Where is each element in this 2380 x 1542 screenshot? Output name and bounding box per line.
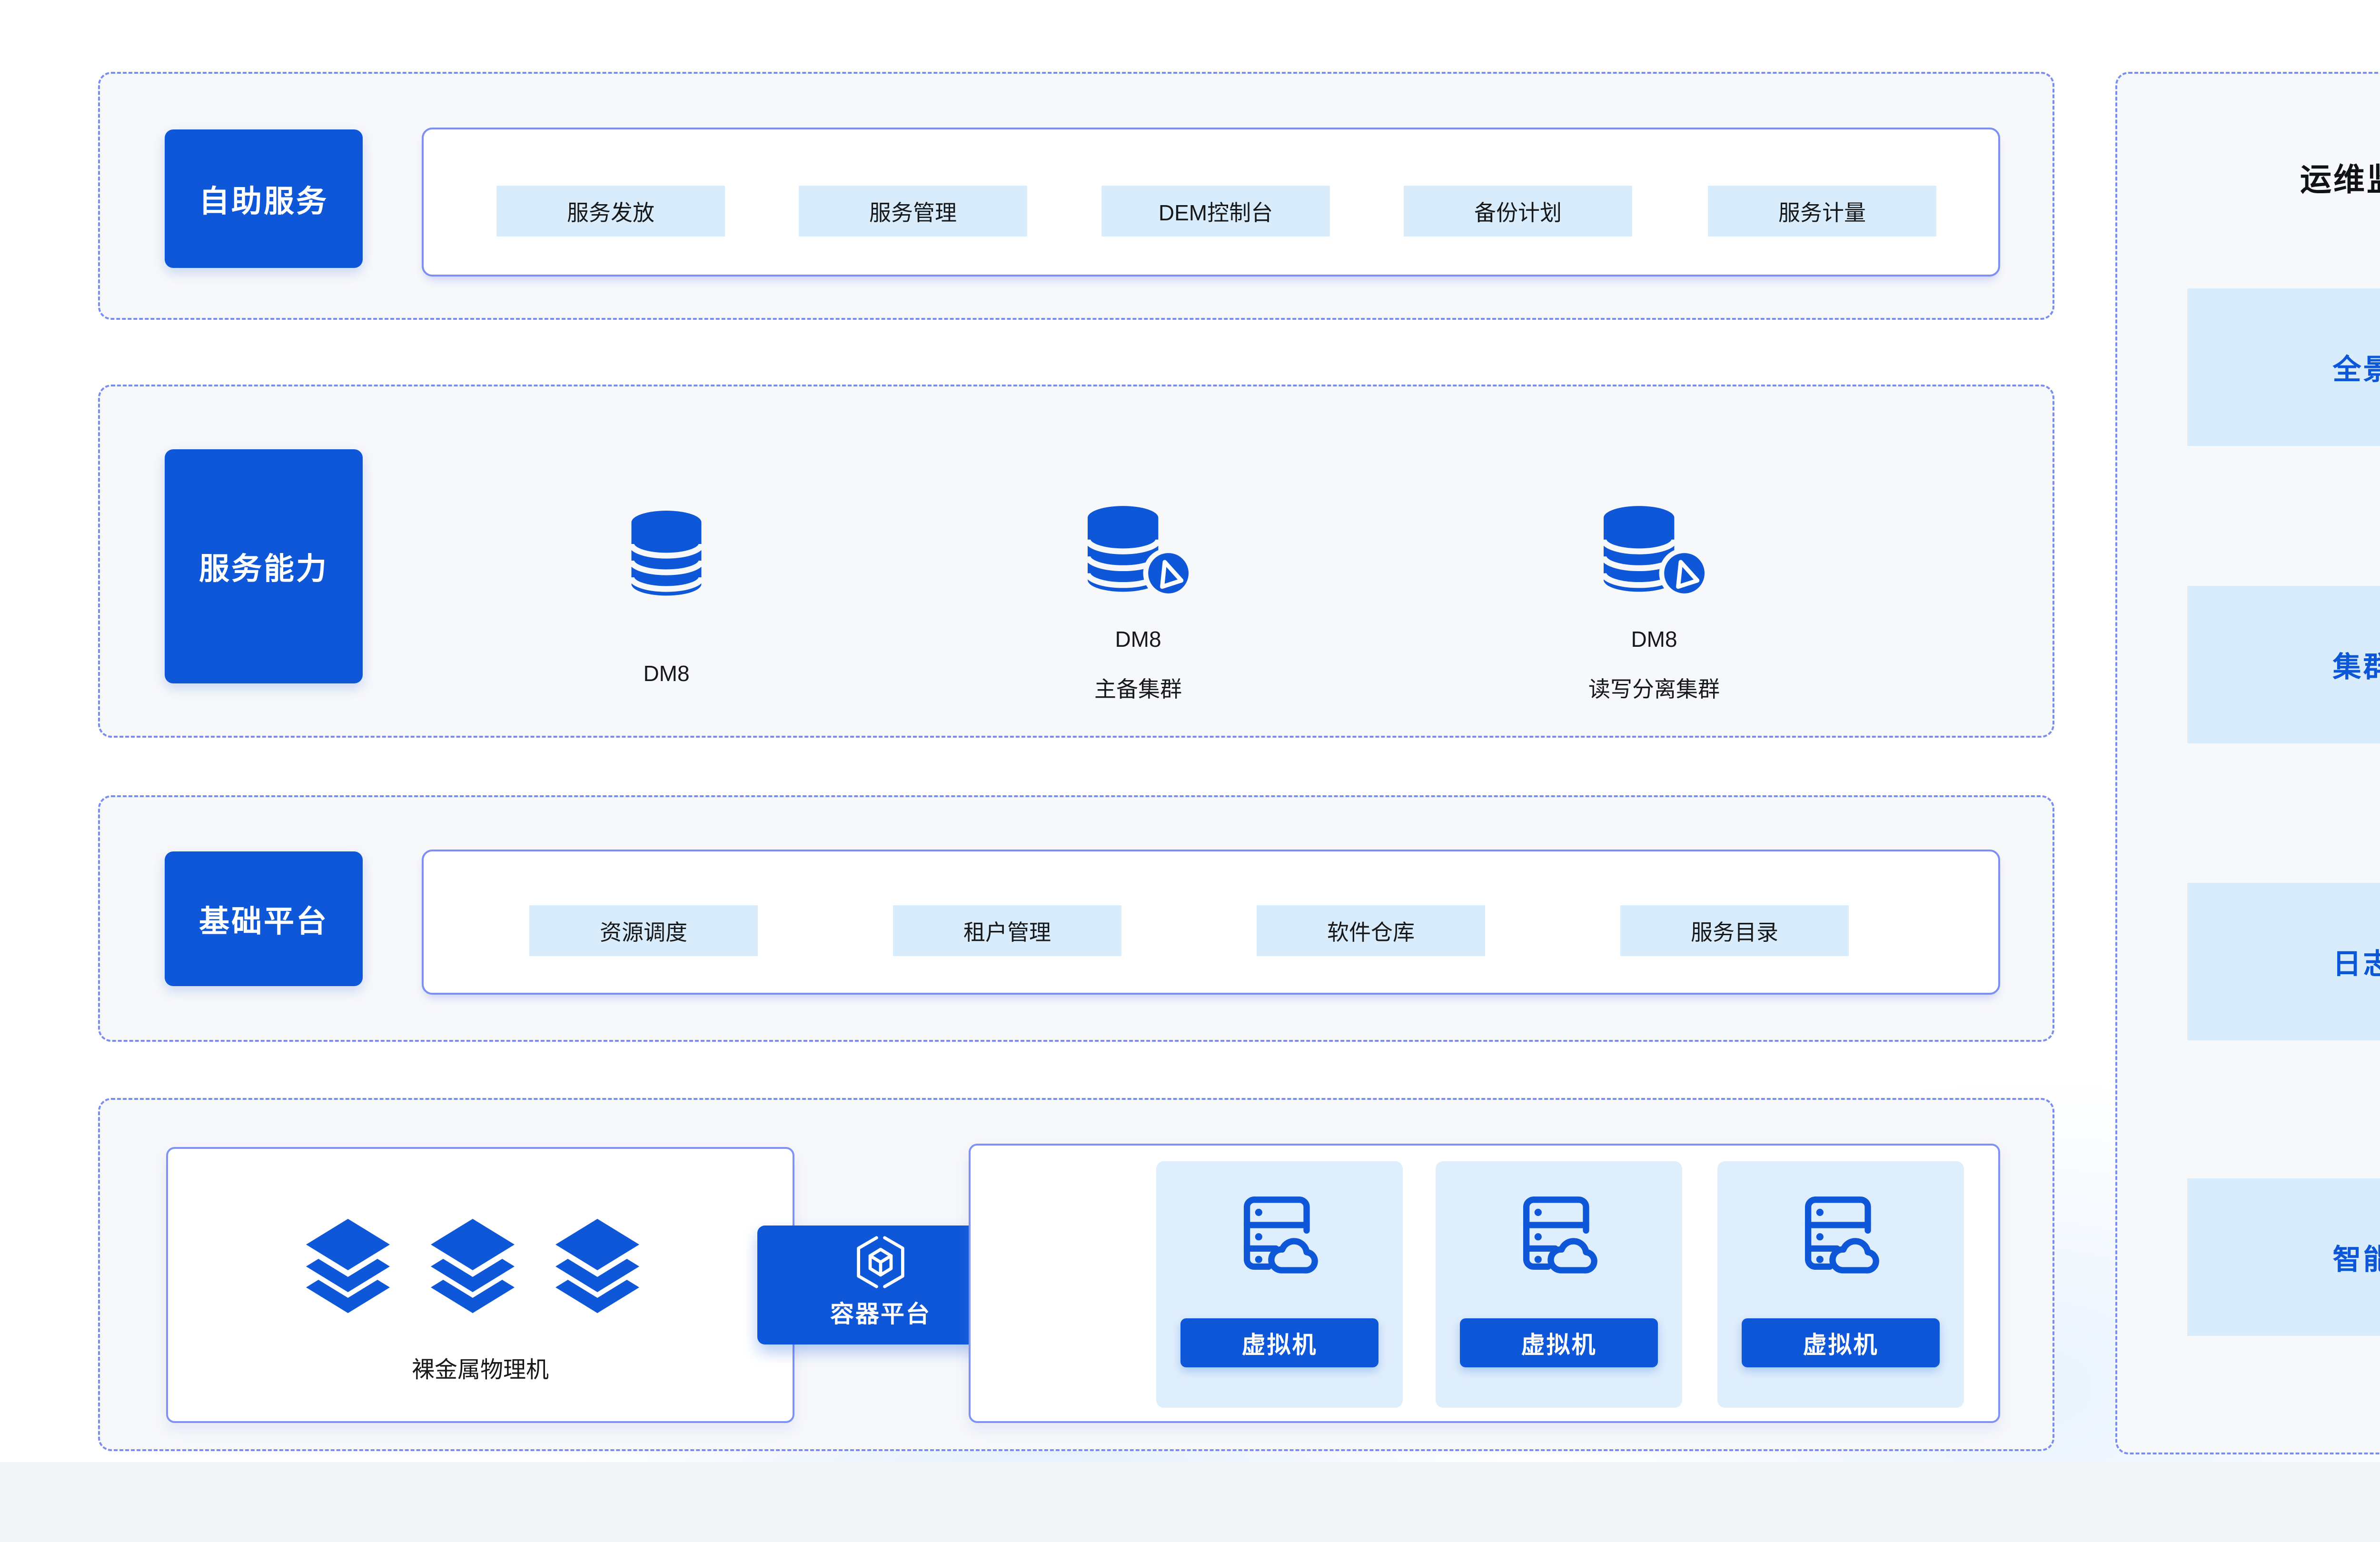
vm-group-card: 虚拟机 虚拟机 [969,1144,2000,1423]
layers-icon [300,1215,396,1318]
architecture-diagram: 自助服务 服务发放 服务管理 DEM控制台 备份计划 服务计量 服务能力 DM8 [0,0,2380,1542]
chip-text: 服务计量 [1778,196,1866,227]
service-capability-label-text: 服务能力 [199,544,328,588]
vm-button-text: 虚拟机 [1242,1326,1318,1360]
base-platform-label: 基础平台 [165,851,363,986]
vm-button-text: 虚拟机 [1803,1326,1879,1360]
container-platform-box: 容器平台 [757,1226,1004,1344]
self-service-label-text: 自助服务 [199,177,328,221]
bottom-panel [0,1462,2380,1542]
chip-backup-plan: 备份计划 [1404,186,1632,237]
dm8-rw-split-line1: DM8 [1511,626,1797,652]
sidebar-ops-monitoring: 运维监控 全景监控 集群管理 日志审计 智能告警 [2115,72,2380,1454]
chip-service-catalog: 服务目录 [1620,905,1849,956]
chip-text: 服务管理 [869,196,957,227]
vm-card: 虚拟机 [1717,1161,1964,1408]
vm-card: 虚拟机 [1436,1161,1682,1408]
database-icon [623,504,710,604]
sidebar-item-cluster-management: 集群管理 [2187,586,2380,743]
container-platform-label: 容器平台 [830,1295,931,1329]
service-capability-label: 服务能力 [165,449,363,683]
sidebar-item-text: 日志审计 [2333,941,2380,982]
vm-button: 虚拟机 [1742,1318,1940,1367]
sidebar-item-text: 集群管理 [2333,644,2380,685]
chip-dem-console: DEM控制台 [1101,186,1330,237]
vm-button-text: 虚拟机 [1521,1326,1597,1360]
server-cloud-icon [1234,1189,1325,1279]
dm8-cluster-line1: DM8 [1019,626,1257,652]
sidebar-item-intelligent-alerting: 智能告警 [2187,1178,2380,1336]
sidebar-item-panorama-monitoring: 全景监控 [2187,288,2380,446]
bare-metal-card: 裸金属物理机 [166,1147,794,1423]
chip-text: 备份计划 [1474,196,1562,227]
base-platform-panel: 资源调度 租户管理 软件仓库 服务目录 [422,850,2000,995]
vm-card: 虚拟机 [1156,1161,1403,1408]
section-service-capability: 服务能力 DM8 DM8 主备集群 D [98,385,2054,738]
container-cube-icon [852,1233,910,1291]
database-cluster-icon [1079,499,1197,600]
chip-text: DEM控制台 [1159,196,1273,227]
dm8-cluster-line2: 主备集群 [1019,672,1257,703]
self-service-panel: 服务发放 服务管理 DEM控制台 备份计划 服务计量 [422,128,2000,277]
sidebar-title: 运维监控 [2117,154,2380,200]
chip-software-repository: 软件仓库 [1257,905,1485,956]
sidebar-item-text: 全景监控 [2333,346,2380,388]
server-cloud-icon [1514,1189,1604,1279]
chip-service-management: 服务管理 [799,186,1027,237]
layers-icon [425,1215,520,1318]
server-cloud-icon [1795,1189,1886,1279]
section-self-service: 自助服务 服务发放 服务管理 DEM控制台 备份计划 服务计量 [98,72,2054,320]
chip-service-provision: 服务发放 [496,186,725,237]
sidebar-item-text: 智能告警 [2333,1236,2380,1278]
layers-icon [550,1215,645,1318]
chip-resource-scheduling: 资源调度 [529,905,758,956]
chip-service-metering: 服务计量 [1708,186,1936,237]
chip-text: 服务目录 [1691,915,1778,947]
dm8-label: DM8 [595,661,738,686]
section-base-platform: 基础平台 资源调度 租户管理 软件仓库 服务目录 [98,795,2054,1042]
base-platform-label-text: 基础平台 [199,897,328,941]
chip-tenant-management: 租户管理 [893,905,1121,956]
dm8-rw-split-line2: 读写分离集群 [1511,672,1797,703]
chip-text: 软件仓库 [1327,915,1415,947]
section-infrastructure: 裸金属物理机 容器平台 [98,1098,2054,1451]
chip-text: 资源调度 [600,915,687,947]
bare-metal-label: 裸金属物理机 [168,1351,793,1384]
chip-text: 租户管理 [963,915,1051,947]
chip-text: 服务发放 [567,196,654,227]
vm-button: 虚拟机 [1460,1318,1658,1367]
self-service-label: 自助服务 [165,129,363,268]
vm-button: 虚拟机 [1180,1318,1378,1367]
database-cluster-icon [1595,499,1713,600]
sidebar-item-log-audit: 日志审计 [2187,883,2380,1040]
